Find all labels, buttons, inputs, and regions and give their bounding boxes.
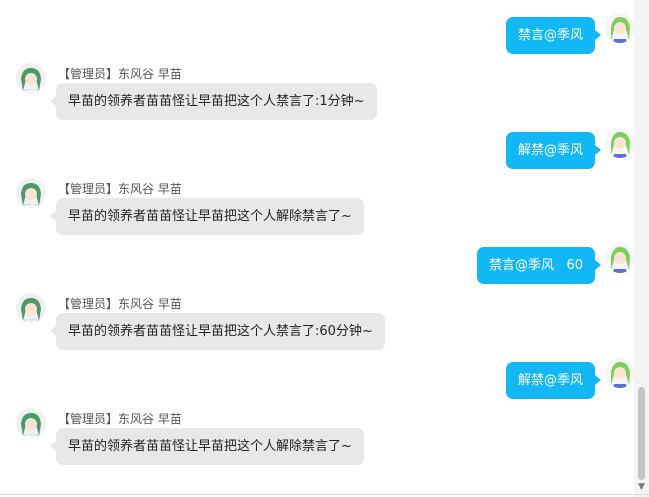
message-bubble-incoming[interactable]: 早苗的领养者苗苗怪让早苗把这个人禁言了:60分钟~	[50, 313, 385, 350]
divider	[0, 494, 649, 495]
chevron-down-icon[interactable]: ▼	[634, 480, 649, 495]
sender-avatar[interactable]	[16, 178, 46, 208]
self-avatar[interactable]	[605, 13, 634, 43]
chat-message-list[interactable]: 禁言@季风 【管理员】东风谷 早苗 早苗的领养者苗苗怪让早苗把这个人禁言了:1分…	[0, 0, 634, 497]
sender-avatar[interactable]	[16, 408, 46, 438]
sender-avatar[interactable]	[16, 293, 46, 323]
scrollbar-thumb[interactable]	[638, 387, 645, 480]
message-bubble-outgoing[interactable]: 解禁@季风	[505, 132, 602, 169]
sender-name: 【管理员】东风谷 早苗	[58, 412, 182, 426]
vertical-scrollbar[interactable]: ▼	[634, 0, 649, 497]
message-bubble-outgoing[interactable]: 解禁@季风	[505, 362, 602, 399]
message-bubble-outgoing[interactable]: 禁言@季风 60	[477, 247, 601, 284]
sender-name: 【管理员】东风谷 早苗	[58, 67, 182, 81]
sender-avatar[interactable]	[16, 63, 46, 93]
message-bubble-incoming[interactable]: 早苗的领养者苗苗怪让早苗把这个人解除禁言了~	[50, 198, 364, 235]
self-avatar[interactable]	[605, 358, 634, 388]
message-bubble-incoming[interactable]: 早苗的领养者苗苗怪让早苗把这个人禁言了:1分钟~	[50, 83, 377, 120]
self-avatar[interactable]	[605, 128, 634, 158]
sender-name: 【管理员】东风谷 早苗	[58, 182, 182, 196]
self-avatar[interactable]	[605, 243, 634, 273]
message-bubble-outgoing[interactable]: 禁言@季风	[505, 17, 602, 54]
message-bubble-incoming[interactable]: 早苗的领养者苗苗怪让早苗把这个人解除禁言了~	[50, 428, 364, 465]
sender-name: 【管理员】东风谷 早苗	[58, 297, 182, 311]
